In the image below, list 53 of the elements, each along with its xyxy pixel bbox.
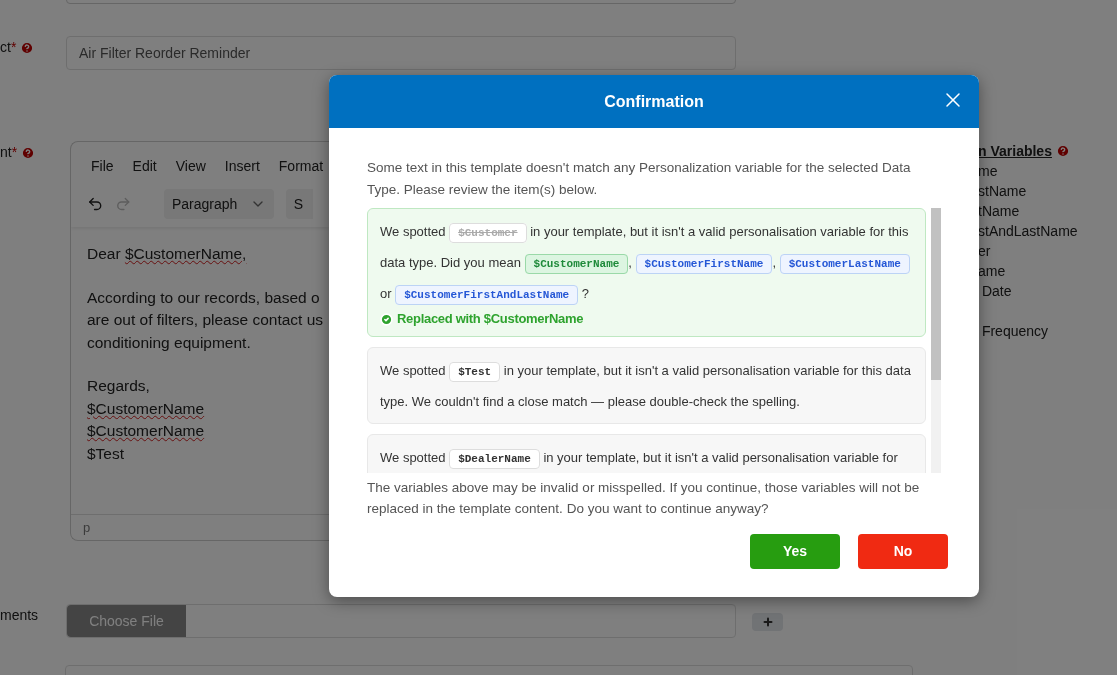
suggestion-chip[interactable]: $CustomerFirstAndLastName: [395, 285, 579, 305]
font-select[interactable]: S: [285, 189, 313, 219]
suggestion-chip[interactable]: $CustomerName: [524, 254, 629, 274]
variable-tag: $Test: [449, 362, 501, 382]
help-icon[interactable]: [21, 145, 36, 160]
replaced-note: Replaced with $CustomerName: [397, 310, 584, 329]
field-label: ments: [0, 606, 39, 625]
plus-icon: [761, 616, 774, 628]
menu-item[interactable]: Insert: [224, 156, 260, 177]
menu-item[interactable]: View: [175, 156, 206, 177]
variable-item[interactable]: er: [978, 241, 1078, 261]
add-button[interactable]: [752, 613, 783, 631]
element-path: p: [83, 518, 91, 537]
issue-text: We spotted $DealerName in your template, but it isn't a valid personalisation variable for: [380, 443, 914, 473]
editor-line: conditioning equipment.: [87, 332, 252, 353]
field-label: ct*: [0, 38, 17, 57]
variable-item[interactable]: Frequency: [978, 321, 1078, 341]
editor-line: $Test: [87, 443, 126, 464]
yes-button[interactable]: Yes: [750, 534, 840, 569]
help-icon[interactable]: [1055, 144, 1070, 158]
editor-line: According to our records, based o: [87, 287, 321, 308]
intro-text: Some text in this template doesn't match any Personalization variable for the selected Data Type. Please review the item(s) below.: [367, 159, 912, 199]
variable-tag: $Customer: [449, 223, 527, 243]
variable-item[interactable]: ame: [978, 261, 1078, 281]
editor-line: Regards,: [87, 376, 151, 396]
issue-text: We spotted $Customer in your template, but it isn't a valid personalisation variable for this data type. Did you mean $CustomerName , $CustomerFirstName , $CustomerLastName or $CustomerFirstAndLastName ?: [380, 217, 914, 310]
variable-item[interactable]: me: [978, 161, 1078, 181]
editor-line: $CustomerName: [87, 398, 206, 419]
variable-tag: $DealerName: [449, 449, 540, 469]
editor-line: Dear $CustomerName,: [87, 244, 248, 264]
menu-item[interactable]: Edit: [132, 156, 157, 177]
suggestion-chip[interactable]: $CustomerLastName: [779, 254, 910, 274]
field-label: nt*: [0, 143, 18, 162]
variable-item[interactable]: Date: [978, 281, 1078, 301]
rich-text-editor[interactable]: [70, 141, 329, 541]
variable-item[interactable]: stName: [978, 181, 1078, 201]
scrollbar[interactable]: [931, 208, 941, 473]
help-icon[interactable]: [20, 40, 35, 55]
no-button[interactable]: No: [858, 534, 948, 569]
editor-line: $CustomerName: [87, 421, 206, 441]
menu-item[interactable]: Format: [278, 156, 324, 177]
suggestion-chip[interactable]: $CustomerFirstName: [635, 254, 773, 274]
block-format-select[interactable]: Paragraph: [163, 189, 274, 219]
issue-text: We spotted $Test in your template, but it isn't a valid personalisation variable for this data type. We couldn't find a close match — please double-check the spelling.: [380, 361, 912, 411]
variable-item[interactable]: tName: [978, 201, 1078, 221]
check-circle-icon: [380, 312, 393, 326]
panel-heading: n Variables: [978, 142, 1052, 161]
dialog-title: Confirmation: [604, 91, 704, 112]
variable-item[interactable]: stAndLastName: [978, 221, 1078, 241]
editor-line: are out of filters, please contact us: [87, 310, 325, 330]
menu-item[interactable]: File: [91, 156, 114, 177]
subject-field[interactable]: Air Filter Reorder Reminder: [66, 36, 736, 70]
warning-text: The variables above may be invalid or misspelled. If you continue, those variables will not be replaced in the template content. Do you want to continue anyway?: [367, 479, 921, 518]
